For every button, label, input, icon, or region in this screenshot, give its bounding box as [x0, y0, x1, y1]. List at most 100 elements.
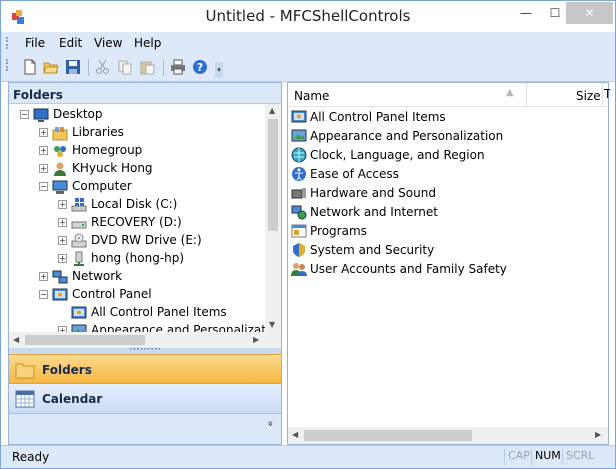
expand-icon[interactable]: + — [39, 272, 48, 281]
tree-horizontal-scroll-thumb[interactable] — [25, 335, 145, 345]
calendar-icon — [15, 390, 35, 408]
menu-edit[interactable]: Edit — [59, 36, 82, 50]
tree-item[interactable]: + hong (hong-hp) — [9, 250, 265, 268]
toolbar-grip[interactable] — [6, 59, 9, 71]
tree-item[interactable]: + Homegroup — [9, 142, 265, 160]
network-drive-icon — [74, 251, 84, 266]
save-icon[interactable] — [65, 59, 81, 75]
ease-of-access-icon — [292, 167, 306, 181]
menu-help[interactable]: Help — [134, 36, 161, 50]
folders-pane-title: Folders — [9, 83, 281, 104]
folder-icon — [15, 363, 35, 379]
expand-icon[interactable]: + — [39, 128, 48, 137]
tree-item[interactable]: All Control Panel Items — [9, 304, 265, 322]
open-folder-icon[interactable] — [43, 59, 59, 75]
cut-icon[interactable] — [95, 59, 111, 75]
list-item[interactable]: System and Security — [291, 241, 591, 260]
scroll-left-icon[interactable]: ◀ — [292, 430, 298, 439]
list-item[interactable]: All Control Panel Items — [291, 108, 591, 127]
tree-item-label: All Control Panel Items — [91, 305, 227, 319]
list-item[interactable]: Clock, Language, and Region — [291, 146, 591, 165]
tree-item[interactable]: − Computer — [9, 178, 265, 196]
expand-icon[interactable]: + — [58, 236, 67, 245]
scroll-up-icon[interactable]: ▲ — [269, 106, 275, 115]
tree-item[interactable]: + RECOVERY (D:) — [9, 214, 265, 232]
folder-tree: − Desktop + Libraries + Homegroup + KHyuck Hong… — [9, 104, 265, 332]
tree-item[interactable]: + Network — [9, 268, 265, 286]
column-header-bar: Name ▲ Size T — [288, 83, 610, 107]
list-horizontal-scroll-thumb[interactable] — [304, 430, 472, 441]
chevron-down-icon[interactable]: » — [264, 420, 275, 426]
close-button[interactable]: ✕ — [566, 2, 613, 24]
column-divider[interactable] — [602, 83, 603, 107]
outlook-calendar-button[interactable]: Calendar — [9, 384, 281, 414]
tree-item[interactable]: + Appearance and Personalization — [9, 322, 265, 332]
collapse-icon[interactable]: − — [39, 182, 48, 191]
list-horizontal-scrollbar[interactable]: ◀ ▶ — [288, 427, 608, 444]
drive-icon — [71, 221, 87, 229]
tree-item[interactable]: + DVD RW Drive (E:) — [9, 232, 265, 250]
tree-item[interactable]: + KHyuck Hong — [9, 160, 265, 178]
control-panel-icon — [291, 110, 307, 123]
print-icon[interactable] — [170, 59, 186, 75]
list-item-label: Appearance and Personalization — [310, 129, 504, 143]
expand-icon[interactable]: + — [58, 254, 67, 263]
maximize-button[interactable]: ☐ — [541, 2, 569, 24]
toolbar: ? ▾ — [1, 54, 615, 82]
scroll-right-icon[interactable]: ▶ — [595, 430, 601, 439]
list-item[interactable]: Hardware and Sound — [291, 184, 591, 203]
expand-icon[interactable]: + — [58, 218, 67, 227]
menubar-grip[interactable] — [6, 37, 9, 49]
list-item[interactable]: Appearance and Personalization — [291, 127, 591, 146]
expand-icon[interactable]: + — [58, 200, 67, 209]
column-header-name[interactable]: Name — [294, 89, 329, 103]
windows-drive-icon — [71, 198, 87, 212]
tree-vertical-scrollbar[interactable]: ▲ ▼ — [265, 104, 281, 332]
list-item-label: All Control Panel Items — [310, 110, 446, 124]
scroll-down-icon[interactable]: ▼ — [269, 320, 275, 329]
new-doc-icon[interactable] — [22, 59, 38, 75]
help-icon[interactable]: ? — [192, 59, 208, 75]
list-item[interactable]: Network and Internet — [291, 203, 591, 222]
list-item[interactable]: Ease of Access — [291, 165, 591, 184]
scroll-right-icon[interactable]: ▶ — [253, 335, 259, 344]
tree-item-label: Desktop — [53, 107, 103, 121]
paste-icon[interactable] — [139, 59, 155, 75]
caps-lock-indicator: CAP — [504, 449, 533, 465]
tree-item-label: DVD RW Drive (E:) — [91, 233, 202, 247]
tree-item-label: Computer — [72, 179, 132, 193]
menu-view[interactable]: View — [94, 36, 122, 50]
column-divider[interactable] — [526, 83, 527, 107]
tree-item-label: Appearance and Personalization — [91, 323, 265, 332]
hardware-icon — [291, 188, 306, 199]
tree-item[interactable]: + Libraries — [9, 124, 265, 142]
toolbar-overflow-chevron[interactable]: ▾ — [215, 62, 223, 78]
tree-item-label: hong (hong-hp) — [91, 251, 185, 265]
scroll-left-icon[interactable]: ◀ — [13, 335, 19, 344]
minimize-button[interactable]: — — [512, 2, 540, 24]
list-item-label: Ease of Access — [310, 167, 399, 181]
list-item-label: System and Security — [310, 243, 435, 257]
tree-item[interactable]: − Control Panel — [9, 286, 265, 304]
tree-item[interactable]: − Desktop — [9, 106, 265, 124]
collapse-icon[interactable]: − — [20, 110, 29, 119]
file-list-pane: Name ▲ Size T All Control Panel Items App… — [287, 82, 610, 445]
outlook-folders-button[interactable]: Folders — [9, 354, 281, 384]
column-header-size[interactable]: Size — [576, 89, 601, 103]
column-header-type[interactable]: T — [604, 87, 610, 101]
list-item[interactable]: Programs — [291, 222, 591, 241]
expand-icon[interactable]: + — [39, 146, 48, 155]
title-bar[interactable]: Untitled - MFCShellControls — ☐ ✕ — [1, 1, 615, 32]
tree-vertical-scroll-thumb[interactable] — [268, 119, 278, 231]
list-item-label: Hardware and Sound — [310, 186, 436, 200]
copy-icon[interactable] — [117, 59, 133, 75]
expand-icon[interactable]: + — [39, 164, 48, 173]
menu-file[interactable]: File — [25, 36, 45, 50]
tree-item[interactable]: + Local Disk (C:) — [9, 196, 265, 214]
scroll-lock-indicator: SCRL — [562, 449, 597, 465]
list-item[interactable]: User Accounts and Family Safety — [291, 260, 591, 279]
tree-item-label: RECOVERY (D:) — [91, 215, 182, 229]
main-window: Untitled - MFCShellControls — ☐ ✕ File E… — [0, 0, 616, 469]
network-icon — [52, 270, 68, 284]
collapse-icon[interactable]: − — [39, 290, 48, 299]
